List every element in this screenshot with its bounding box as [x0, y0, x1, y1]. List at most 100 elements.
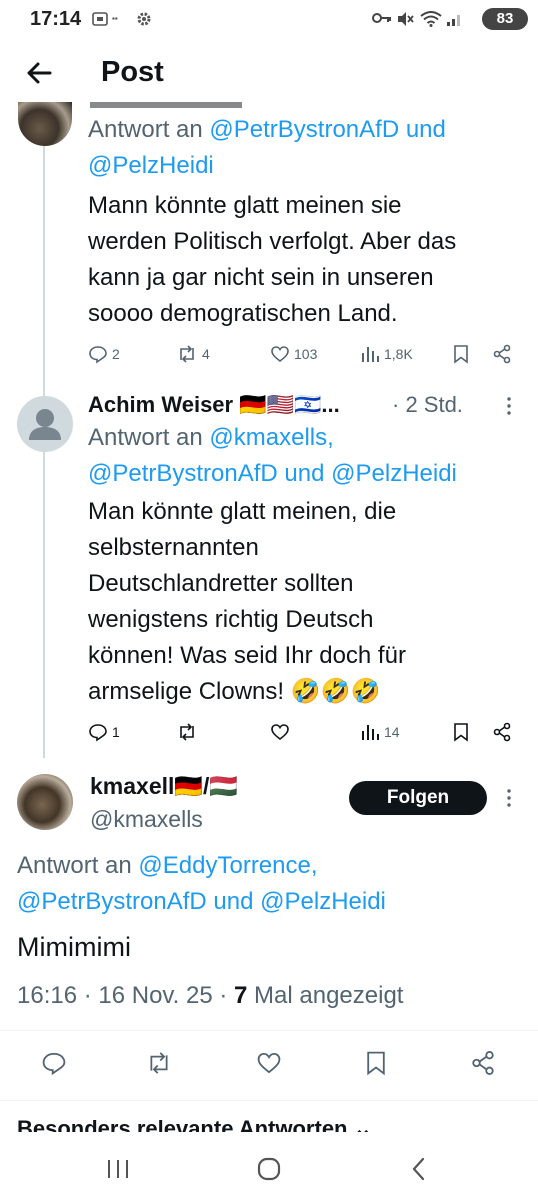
- mention-link[interactable]: @PelzHeidi: [88, 152, 214, 179]
- views-button[interactable]: 1,8K: [360, 344, 413, 364]
- back-arrow-icon[interactable]: [22, 56, 56, 90]
- bookmark-icon: [454, 723, 468, 742]
- tweet-text: Mann könnte glatt meinen sie werden Poli…: [88, 188, 528, 332]
- reply-icon: [89, 724, 107, 742]
- reply-icon: [42, 1052, 66, 1076]
- nav-recents-icon[interactable]: [106, 1158, 130, 1185]
- view-label: Mal angezeigt: [247, 982, 404, 1009]
- more-icon[interactable]: [504, 788, 514, 813]
- bookmark-button[interactable]: [364, 1050, 388, 1081]
- tweet-actions: 1 14: [88, 722, 518, 744]
- like-button[interactable]: [256, 1050, 282, 1081]
- tweet-text-line: kann ja gar nicht sein in unseren: [88, 264, 434, 291]
- repost-count: 4: [202, 346, 210, 362]
- view-count: 1,8K: [384, 346, 413, 362]
- repost-button[interactable]: [176, 722, 202, 742]
- page-title: Post: [101, 56, 164, 88]
- views-button[interactable]: 14: [360, 722, 400, 742]
- tweet-text-line: werden Politisch verfolgt. Aber das: [88, 228, 457, 255]
- reply-and: und: [399, 116, 446, 143]
- divider: [0, 1030, 538, 1031]
- tweet-time: · 2 Std.: [392, 392, 463, 417]
- mention-link[interactable]: @PetrBystronAfD: [209, 116, 399, 143]
- view-count: 7: [234, 982, 248, 1009]
- divider: [0, 1100, 538, 1101]
- tweet-text-line: wenigstens richtig Deutsch: [88, 606, 374, 633]
- repost-icon: [180, 723, 194, 741]
- bookmark-button[interactable]: [452, 722, 470, 742]
- share-icon: [493, 344, 511, 364]
- reply-prefix: Antwort an: [17, 852, 139, 879]
- avatar[interactable]: [17, 774, 73, 830]
- default-user-icon: [29, 409, 61, 440]
- tweet-text: Mimimimi: [17, 932, 131, 962]
- views-icon: [362, 347, 379, 362]
- author-handle[interactable]: @kmaxells: [90, 806, 203, 833]
- reply-button[interactable]: 1: [88, 722, 120, 742]
- more-icon[interactable]: [504, 396, 514, 421]
- follow-button[interactable]: Folgen: [349, 781, 487, 815]
- mention-link[interactable]: @PetrBystronAfD: [17, 888, 207, 915]
- tweet-timestamp[interactable]: 16:16 · 16 Nov. 25 ·: [17, 982, 234, 1009]
- author-name[interactable]: Achim Weiser 🇩🇪🇺🇸🇮🇱...: [88, 392, 340, 418]
- mention-link[interactable]: @kmaxells,: [209, 424, 333, 451]
- share-button[interactable]: [492, 344, 512, 364]
- avatar-default[interactable]: [17, 396, 73, 452]
- tweet-actions: 2 4 103 1,8K: [88, 344, 518, 366]
- system-nav-bar: [0, 1140, 538, 1200]
- tweet-meta: 16:16 · 16 Nov. 25 · 7 Mal angezeigt: [17, 982, 403, 1010]
- share-button[interactable]: [470, 1050, 496, 1081]
- tweet-text-line: armselige Clowns! 🤣🤣🤣: [88, 678, 381, 705]
- reply-prefix: Antwort an: [88, 424, 210, 451]
- reply-button[interactable]: 2: [88, 344, 120, 364]
- like-icon: [271, 724, 289, 741]
- views-icon: [362, 725, 379, 740]
- status-bar: 17:14 ▪▪ 83: [0, 0, 538, 38]
- tweet-text-line: Man könnte glatt meinen, die: [88, 498, 397, 525]
- relevant-replies-dropdown[interactable]: Besonders relevante Antworten ⌄: [17, 1116, 447, 1132]
- mention-link[interactable]: @PelzHeidi: [331, 460, 457, 487]
- tweet-text: Man könnte glatt meinen, die selbsternan…: [88, 494, 528, 710]
- reply-button[interactable]: [41, 1050, 67, 1081]
- avatar[interactable]: [18, 102, 72, 146]
- settings-gear-icon: [136, 11, 152, 30]
- repost-button[interactable]: 4: [176, 344, 210, 364]
- app-icon: ▪▪: [112, 14, 118, 23]
- repost-icon: [150, 1052, 168, 1074]
- like-button[interactable]: 103: [270, 344, 317, 364]
- bookmark-button[interactable]: [452, 344, 470, 364]
- author-name[interactable]: kmaxell🇩🇪/🇭🇺: [90, 773, 238, 800]
- reply-count: 1: [112, 724, 120, 740]
- mention-link[interactable]: @PetrBystronAfD: [88, 460, 278, 487]
- repost-button[interactable]: [145, 1050, 173, 1081]
- nav-back-icon[interactable]: [408, 1156, 430, 1187]
- reply-icon: [89, 346, 107, 364]
- status-time: 17:14: [30, 8, 82, 30]
- relevant-replies-label: Besonders relevante Antworten: [17, 1116, 348, 1132]
- reply-count: 2: [112, 346, 120, 362]
- share-button[interactable]: [492, 722, 512, 742]
- reply-to-line: Antwort an @PetrBystronAfD und @PelzHeid…: [88, 112, 528, 184]
- chevron-down-icon: ⌄: [353, 1116, 373, 1132]
- battery-indicator: 83: [482, 8, 528, 30]
- key-icon: [372, 11, 392, 28]
- nav-home-icon[interactable]: [256, 1156, 282, 1187]
- bookmark-icon: [367, 1051, 385, 1076]
- reply-to-line: Antwort an @EddyTorrence, @PetrBystronAf…: [17, 848, 522, 920]
- reply-prefix: Antwort an: [88, 116, 210, 143]
- reply-and: und: [206, 888, 261, 915]
- mention-link[interactable]: @PelzHeidi: [260, 888, 386, 915]
- like-button[interactable]: [270, 722, 294, 742]
- share-icon: [472, 1051, 494, 1075]
- share-icon: [493, 722, 511, 742]
- tweet-text-line: können! Was seid Ihr doch für: [88, 642, 406, 669]
- screenshot-icon: [92, 11, 108, 30]
- reply-to-line: Antwort an @kmaxells, @PetrBystronAfD un…: [88, 420, 533, 492]
- mention-link[interactable]: @EddyTorrence,: [138, 852, 317, 879]
- reply-and: und: [277, 460, 332, 487]
- wifi-icon: [420, 11, 442, 30]
- view-count: 14: [384, 724, 400, 740]
- like-icon: [257, 1052, 281, 1074]
- signal-icon: [446, 11, 464, 30]
- main-actions: [0, 1050, 538, 1080]
